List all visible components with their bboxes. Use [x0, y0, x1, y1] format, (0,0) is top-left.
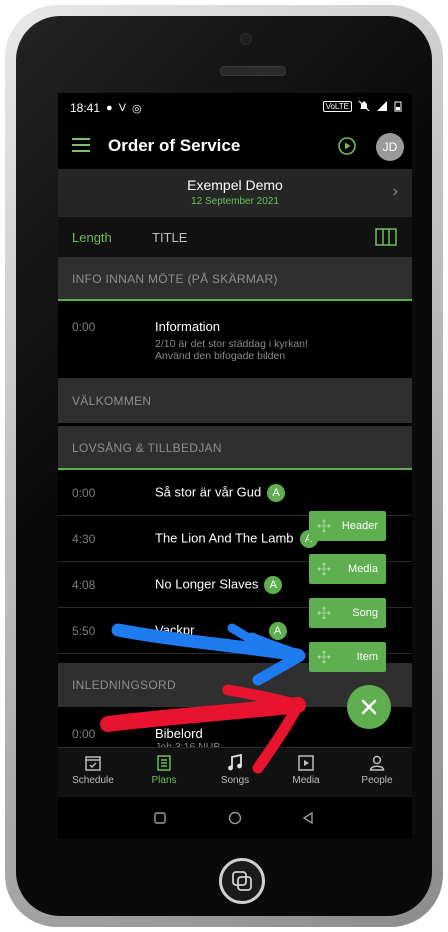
back-icon[interactable]: [300, 810, 316, 826]
battery-icon: [394, 101, 402, 112]
section-label: LOVSÅNG & TILLBEDJAN: [72, 441, 222, 455]
mute-icon: [358, 100, 370, 112]
app-screen: 18:41 ● V ◎ VoLTE Order of Service JD Ex…: [58, 93, 412, 839]
add-media-button[interactable]: Media: [309, 554, 386, 584]
system-navigation: [58, 797, 412, 839]
list-item[interactable]: 0:00 Information 2/10 är det stor städda…: [58, 301, 412, 379]
column-header: Length TITLE: [58, 217, 412, 257]
add-header-button[interactable]: Header: [309, 511, 386, 541]
item-title: Bibelord: [155, 726, 203, 741]
nav-songs-label: Songs: [220, 775, 250, 786]
add-item-label: Item: [356, 651, 378, 663]
v-icon: V: [118, 102, 127, 114]
bottom-navigation: Schedule Plans Songs Media People: [58, 747, 412, 798]
nav-schedule-label: Schedule: [72, 775, 114, 786]
item-title: Information: [155, 319, 221, 334]
plan-header[interactable]: Exempel Demo 12 September 2021 ›: [58, 169, 412, 217]
nav-schedule[interactable]: Schedule: [58, 754, 128, 786]
move-icon: [317, 650, 331, 664]
move-icon: [317, 562, 331, 576]
add-header-label: Header: [341, 520, 378, 532]
multitask-icon: [232, 871, 252, 891]
move-icon: [317, 519, 331, 533]
item-length: 0:00: [72, 320, 96, 334]
column-length[interactable]: Length: [72, 230, 112, 245]
nav-media-label: Media: [292, 775, 320, 786]
nav-plans-label: Plans: [151, 775, 177, 786]
plan-date: 12 September 2021: [191, 196, 279, 207]
section-welcome[interactable]: VÄLKOMMEN: [58, 379, 412, 423]
nav-people-label: People: [361, 775, 393, 786]
table-row[interactable]: 0:00 Så stor är vår Gud A: [58, 470, 412, 516]
plan-name: Exempel Demo: [187, 177, 283, 193]
person-icon: [369, 755, 385, 771]
app-bar: Order of Service JD: [58, 123, 412, 169]
status-time: 18:41: [70, 101, 101, 115]
list-icon: [157, 755, 171, 771]
nav-people[interactable]: People: [342, 754, 412, 786]
columns-icon[interactable]: [375, 228, 397, 246]
status-right: VoLTE: [322, 100, 402, 112]
nav-media[interactable]: Media: [271, 754, 341, 786]
arrangement-badge: A: [268, 622, 287, 640]
item-length: 5:50: [72, 624, 96, 638]
nav-plans[interactable]: Plans: [129, 754, 199, 786]
volte-icon: VoLTE: [322, 100, 352, 112]
column-title[interactable]: TITLE: [152, 230, 187, 245]
section-info[interactable]: INFO INNAN MÖTE (PÅ SKÄRMAR): [58, 257, 412, 301]
move-icon: [317, 606, 331, 620]
spotify-icon: ●: [106, 102, 113, 114]
item-length: 4:08: [72, 578, 96, 592]
item-subtitle: 2/10 är det stor städdag i kyrkan!: [155, 338, 308, 350]
status-bar: 18:41 ● V ◎ VoLTE: [58, 93, 412, 123]
item-title: No Longer Slaves A: [155, 576, 283, 594]
close-fab-button[interactable]: [347, 685, 391, 729]
recents-icon[interactable]: [152, 810, 168, 826]
item-length: 0:00: [72, 727, 96, 741]
media-play-icon: [298, 755, 314, 771]
earpiece-speaker: [220, 66, 286, 76]
close-icon: [361, 699, 377, 715]
nav-songs[interactable]: Songs: [200, 754, 270, 786]
calendar-check-icon: [85, 756, 101, 771]
arrangement-badge: A: [264, 576, 283, 594]
add-song-button[interactable]: Song: [309, 598, 386, 628]
item-title: Vackpr A: [155, 622, 287, 640]
section-worship[interactable]: LOVSÅNG & TILLBEDJAN: [58, 426, 412, 470]
add-item-button[interactable]: Item: [309, 642, 386, 672]
chevron-right-icon: ›: [392, 183, 398, 200]
page-title: Order of Service: [108, 136, 241, 155]
add-song-label: Song: [352, 607, 378, 619]
section-label: VÄLKOMMEN: [72, 394, 152, 408]
section-label: INFO INNAN MÖTE (PÅ SKÄRMAR): [72, 272, 278, 286]
item-title: The Lion And The LambA: [155, 530, 318, 548]
add-media-label: Media: [348, 563, 378, 575]
music-note-icon: [228, 754, 242, 771]
home-icon[interactable]: [227, 810, 243, 826]
arrangement-badge: A: [267, 484, 286, 502]
item-subtitle: Använd den bifogade bilden: [155, 350, 286, 362]
item-length: 0:00: [72, 486, 96, 500]
item-length: 4:30: [72, 532, 96, 546]
avatar[interactable]: JD: [376, 133, 404, 161]
item-title: Så stor är vår Gud A: [155, 484, 286, 502]
menu-icon[interactable]: [72, 138, 90, 152]
front-camera: [240, 33, 252, 45]
section-label: INLEDNINGSORD: [72, 678, 176, 692]
play-icon[interactable]: [337, 136, 357, 156]
instagram-icon: ◎: [132, 102, 142, 115]
hardware-home-button[interactable]: [219, 858, 265, 904]
signal-icon: [377, 101, 387, 111]
